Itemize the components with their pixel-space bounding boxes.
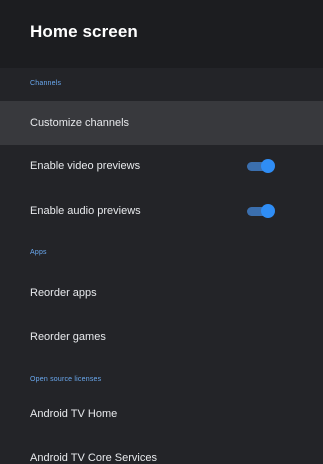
enable-video-previews-item[interactable]: Enable video previews bbox=[0, 144, 323, 188]
enable-audio-previews-item[interactable]: Enable audio previews bbox=[0, 189, 323, 233]
panel-header: Home screen bbox=[0, 0, 323, 68]
reorder-apps-label: Reorder apps bbox=[30, 287, 97, 299]
android-tv-core-services-label: Android TV Core Services bbox=[30, 452, 157, 464]
android-tv-home-label: Android TV Home bbox=[30, 408, 118, 420]
toggle-thumb bbox=[261, 204, 275, 218]
android-tv-core-services-item[interactable]: Android TV Core Services bbox=[0, 436, 323, 464]
section-header-channels: Channels bbox=[30, 80, 62, 87]
home-screen-settings-panel: Home screen Channels Customize channels … bbox=[0, 0, 323, 464]
reorder-games-label: Reorder games bbox=[30, 331, 106, 343]
reorder-apps-item[interactable]: Reorder apps bbox=[0, 271, 323, 315]
enable-video-previews-label: Enable video previews bbox=[30, 160, 141, 172]
customize-channels-item[interactable]: Customize channels bbox=[0, 101, 323, 145]
section-header-apps: Apps bbox=[30, 249, 47, 256]
page-title: Home screen bbox=[30, 22, 138, 41]
toggle-thumb bbox=[261, 159, 275, 173]
video-previews-toggle[interactable] bbox=[245, 159, 275, 173]
section-header-open-source-licenses: Open source licenses bbox=[30, 376, 102, 383]
enable-audio-previews-label: Enable audio previews bbox=[30, 205, 141, 217]
customize-channels-label: Customize channels bbox=[30, 117, 130, 129]
reorder-games-item[interactable]: Reorder games bbox=[0, 315, 323, 359]
audio-previews-toggle[interactable] bbox=[245, 204, 275, 218]
android-tv-home-item[interactable]: Android TV Home bbox=[0, 392, 323, 436]
